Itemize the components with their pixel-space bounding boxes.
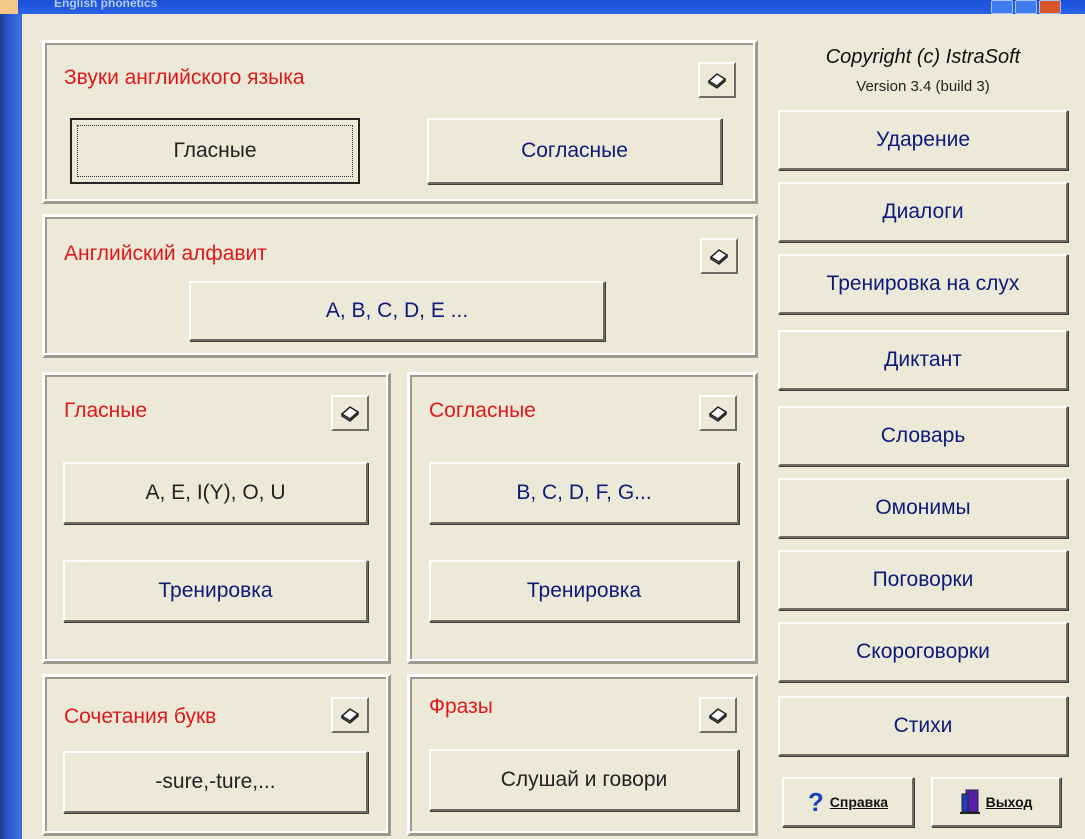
copyright-text: Copyright (c) IstraSoft [825, 46, 1021, 68]
help-button[interactable]: ? Справка [782, 777, 914, 827]
exit-label: Выход [985, 794, 1033, 810]
vowels-training-button[interactable]: Тренировка [63, 560, 368, 622]
consonants-title: Согласные [429, 399, 536, 422]
window-left-edge [0, 14, 18, 839]
sounds-title: Звуки английского языка [64, 66, 305, 89]
vowels-title: Гласные [64, 399, 147, 422]
question-icon: ? [807, 787, 824, 817]
window-title: English phonetics [54, 0, 158, 10]
phrases-button[interactable]: Слушай и говори [429, 749, 739, 811]
consonants-training-button[interactable]: Тренировка [429, 560, 739, 622]
title-bar[interactable]: English phonetics [18, 0, 1085, 14]
alphabet-button[interactable]: A, B, C, D, E ... [189, 281, 605, 341]
sidebar-item-stress[interactable]: Ударение [778, 110, 1068, 170]
consonants-sounds-button[interactable]: Согласные [427, 118, 722, 184]
sidebar-item-dialogs[interactable]: Диалоги [778, 182, 1068, 242]
info-book-icon[interactable] [698, 62, 736, 98]
sidebar-item-sayings[interactable]: Поговорки [778, 550, 1068, 610]
sidebar-item-poems[interactable]: Стихи [778, 696, 1068, 756]
combinations-button[interactable]: -sure,-ture,... [63, 751, 368, 813]
version-text: Version 3.4 (build 3) [856, 78, 990, 95]
sidebar-item-tongue-twisters[interactable]: Скороговорки [778, 622, 1068, 682]
sidebar-item-listening-training[interactable]: Тренировка на слух [778, 254, 1068, 314]
phrases-title: Фразы [429, 695, 493, 718]
info-book-icon[interactable] [699, 395, 737, 431]
maximize-button[interactable] [1015, 0, 1037, 14]
close-button[interactable] [1039, 0, 1061, 14]
exit-door-icon [959, 788, 980, 817]
exit-button[interactable]: Выход [931, 777, 1061, 827]
sidebar-item-homonyms[interactable]: Омонимы [778, 478, 1068, 538]
info-book-icon[interactable] [331, 395, 369, 431]
sidebar-item-dictionary[interactable]: Словарь [778, 406, 1068, 466]
combinations-title: Сочетания букв [64, 705, 217, 728]
info-book-icon[interactable] [700, 238, 738, 274]
info-book-icon[interactable] [699, 697, 737, 733]
vowels-sounds-button[interactable]: Гласные [70, 118, 360, 184]
info-book-icon[interactable] [331, 697, 369, 733]
minimize-button[interactable] [991, 0, 1013, 14]
sidebar-item-dictation[interactable]: Диктант [778, 330, 1068, 390]
consonants-letters-button[interactable]: B, C, D, F, G... [429, 462, 739, 524]
vowels-letters-button[interactable]: A, E, I(Y), O, U [63, 462, 368, 524]
alphabet-title: Английский алфавит [64, 242, 267, 265]
help-label: Справка [829, 794, 889, 810]
